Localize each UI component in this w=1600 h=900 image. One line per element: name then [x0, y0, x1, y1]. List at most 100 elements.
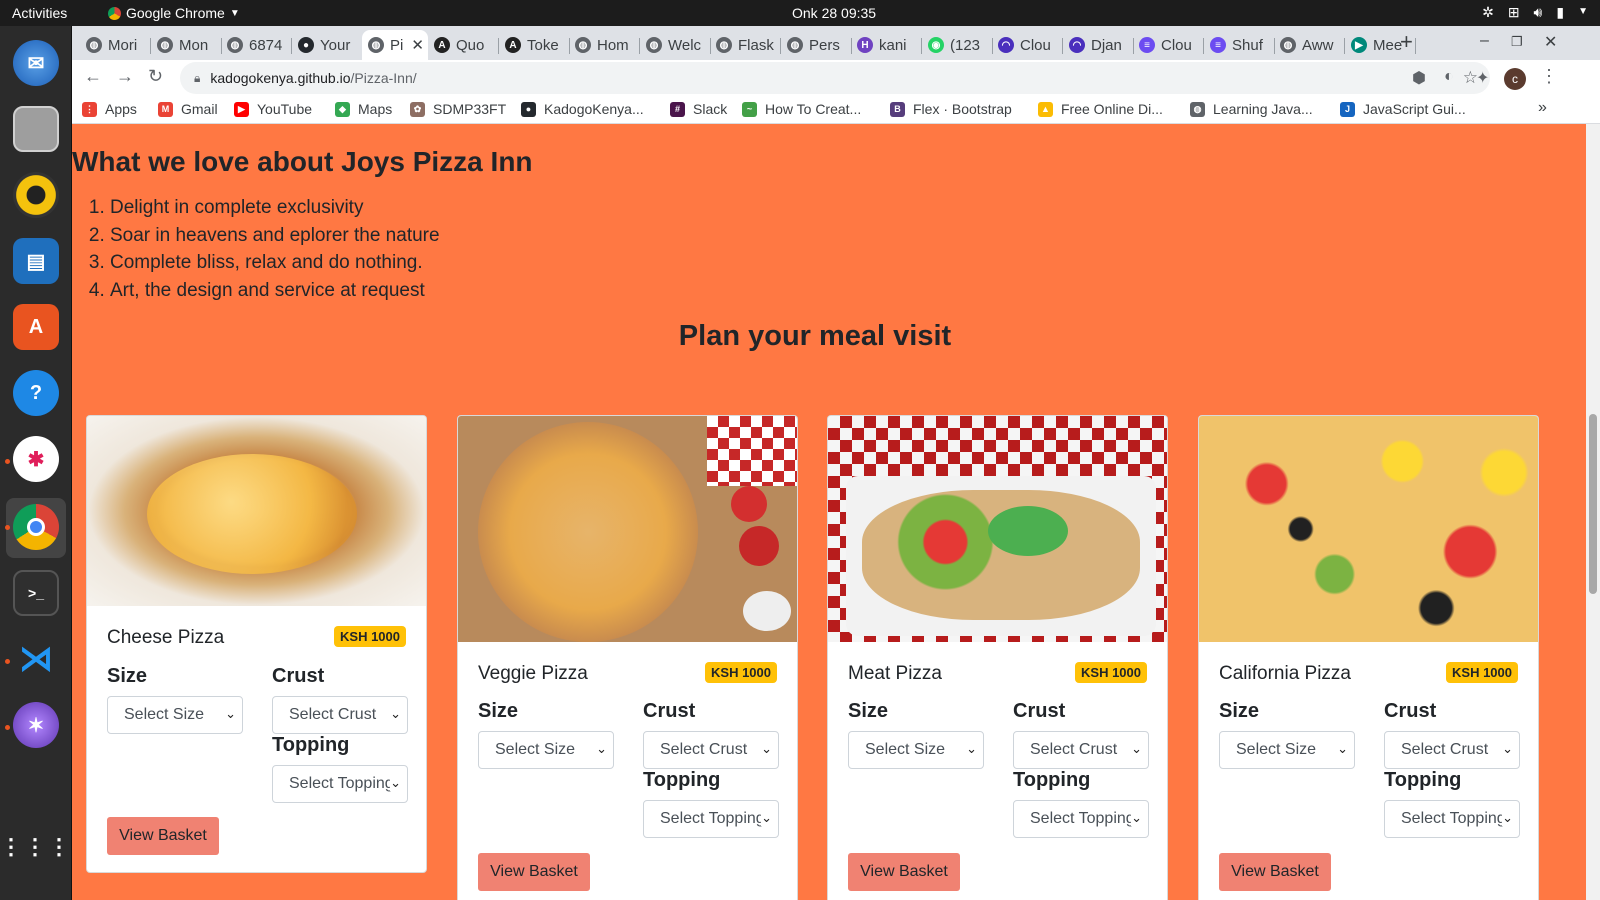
scrollbar-thumb[interactable]	[1589, 414, 1597, 594]
browser-tab[interactable]: ◉ (123	[922, 30, 993, 60]
crust-select[interactable]: Select Crust ⌄	[1013, 731, 1149, 769]
back-icon[interactable]: ←	[84, 66, 102, 87]
close-tab-icon[interactable]: ✕	[411, 36, 424, 54]
minimize-button[interactable]: –	[1480, 32, 1489, 50]
app-menu[interactable]: Google Chrome ▼	[108, 5, 240, 21]
bookmark-item[interactable]: ✿ SDMP33FT	[410, 101, 506, 117]
battery-icon: ▮	[1556, 4, 1565, 20]
browser-tab[interactable]: A Toke	[499, 30, 570, 60]
tab-title: (123	[950, 36, 981, 54]
system-tray[interactable]: ✲ ⊞ 🔊︎ ▮ ▼	[1482, 4, 1588, 21]
size-select[interactable]: Select Size ⌄	[1219, 731, 1355, 769]
software-center-icon[interactable]: A	[13, 304, 59, 350]
browser-icon[interactable]: ✶	[13, 702, 59, 748]
bookmark-item[interactable]: ⋮ Apps	[82, 101, 137, 117]
globe-icon: ◍	[716, 37, 732, 53]
browser-tab[interactable]: ≡ Shuf	[1204, 30, 1275, 60]
size-select[interactable]: Select Size ⌄	[107, 696, 243, 734]
activities-button[interactable]: Activities	[12, 5, 67, 21]
new-tab-button[interactable]: +	[1400, 29, 1413, 55]
chrome-icon[interactable]	[13, 504, 59, 550]
topping-select[interactable]: Select Topping ⌄	[1384, 800, 1520, 838]
profile-avatar[interactable]: c	[1504, 68, 1526, 90]
menu-kebab-icon[interactable]: ⋮	[1540, 66, 1558, 87]
topping-label: Topping	[272, 734, 350, 756]
thunderbird-icon[interactable]: ✉	[13, 40, 59, 86]
puzzle-icon[interactable]: ✦	[1476, 68, 1489, 88]
address-bar[interactable]: 🔒︎ kadogokenya.github.io/Pizza-Inn/ ☆	[180, 62, 1490, 94]
bookmark-item[interactable]: B Flex · Bootstrap	[890, 101, 1012, 117]
browser-tab[interactable]: Hkani	[851, 30, 922, 60]
browser-tab[interactable]: ◠ Clou	[992, 30, 1063, 60]
browser-tab[interactable]: ◍ Hom	[569, 30, 640, 60]
help-icon[interactable]: ?	[13, 370, 59, 416]
bookmark-label: Apps	[105, 101, 137, 117]
extension-icon[interactable]: ◐	[1444, 68, 1454, 86]
slack-icon: #	[670, 101, 685, 117]
browser-tab[interactable]: ◍ Mori	[80, 30, 151, 60]
slack-tray-icon: ✲	[1482, 4, 1494, 20]
files-icon[interactable]	[13, 106, 59, 152]
browser-tab[interactable]: ◍ Flask	[710, 30, 781, 60]
browser-tab[interactable]: ≡ Clou	[1133, 30, 1204, 60]
bookmark-item[interactable]: ▲ Free Online Di...	[1038, 101, 1163, 117]
bookmark-item[interactable]: J JavaScript Gui...	[1340, 101, 1466, 117]
browser-tab[interactable]: ◍ Pers	[781, 30, 852, 60]
size-select[interactable]: Select Size ⌄	[478, 731, 614, 769]
page-scrollbar[interactable]	[1586, 124, 1600, 900]
browser-tab[interactable]: ◍ Pi ✕	[362, 30, 428, 60]
browser-tab[interactable]: ◍ Aww	[1274, 30, 1345, 60]
browser-tab[interactable]: ◍ Welc	[640, 30, 711, 60]
tab-title: Clou	[1020, 36, 1051, 54]
view-basket-button[interactable]: View Basket	[478, 853, 590, 891]
price-badge: KSH 1000	[1446, 662, 1518, 683]
view-basket-button[interactable]: View Basket	[1219, 853, 1331, 891]
size-select[interactable]: Select Size ⌄	[848, 731, 984, 769]
bookmark-label: Free Online Di...	[1061, 101, 1163, 117]
terminal-icon[interactable]: >_	[13, 570, 59, 616]
rhythmbox-icon[interactable]	[13, 172, 59, 218]
tab-title: Pi	[390, 36, 404, 54]
crust-select[interactable]: Select Crust ⌄	[1384, 731, 1520, 769]
extension-box-icon[interactable]: ⬢	[1412, 68, 1426, 88]
clock[interactable]: Onk 28 09:35	[792, 5, 876, 21]
bookmarks-overflow-icon[interactable]: »	[1538, 99, 1547, 117]
size-label: Size	[848, 700, 889, 722]
slack-icon[interactable]: ✱	[13, 436, 59, 482]
view-basket-button[interactable]: View Basket	[848, 853, 960, 891]
reload-icon[interactable]: ↻	[148, 66, 163, 87]
show-apps-icon[interactable]: ⋮⋮⋮	[0, 824, 70, 870]
vscode-icon[interactable]: ⋊	[13, 636, 59, 682]
topping-select[interactable]: Select Topping ⌄	[643, 800, 779, 838]
github-icon: ●	[521, 101, 536, 117]
browser-tab[interactable]: ◍ 6874	[221, 30, 292, 60]
bookmark-label: Maps	[358, 101, 393, 117]
bookmark-item[interactable]: ● KadogoKenya...	[521, 101, 644, 117]
bookmark-item[interactable]: # Slack	[670, 101, 727, 117]
bookmark-label: SDMP33FT	[433, 101, 507, 117]
browser-tab[interactable]: ● Your	[292, 30, 363, 60]
close-window-button[interactable]: ✕	[1544, 32, 1557, 52]
forward-icon[interactable]: →	[116, 66, 134, 87]
crust-select[interactable]: Select Crust ⌄	[272, 696, 408, 734]
bookmark-item[interactable]: M Gmail	[158, 101, 218, 117]
bookmark-item[interactable]: ◍ Learning Java...	[1190, 101, 1313, 117]
crust-select[interactable]: Select Crust ⌄	[643, 731, 779, 769]
size-select-value: Select Size	[1236, 741, 1317, 758]
tab-title: Mee	[1373, 36, 1403, 54]
writer-icon[interactable]: ▤	[13, 238, 59, 284]
browser-tab[interactable]: ◍ Mon	[151, 30, 222, 60]
bookmark-item[interactable]: ◆ Maps	[335, 101, 392, 117]
toolbar: ← → ↻ 🔒︎ kadogokenya.github.io/Pizza-Inn…	[72, 60, 1600, 96]
maximize-button[interactable]: ❐	[1511, 34, 1523, 50]
topping-select-value: Select Topping	[289, 775, 394, 792]
bookmark-item[interactable]: ▶ YouTube	[234, 101, 312, 117]
topping-select[interactable]: Select Topping ⌄	[1013, 800, 1149, 838]
topping-select[interactable]: Select Topping ⌄	[272, 765, 408, 803]
bookmark-item[interactable]: ~ How To Creat...	[742, 101, 861, 117]
browser-tab[interactable]: ◠ Djan	[1063, 30, 1134, 60]
lock-icon[interactable]: 🔒︎	[194, 71, 200, 86]
browser-tab[interactable]: A Quo	[428, 30, 499, 60]
volume-icon: 🔊︎	[1533, 4, 1543, 20]
view-basket-button[interactable]: View Basket	[107, 817, 219, 855]
